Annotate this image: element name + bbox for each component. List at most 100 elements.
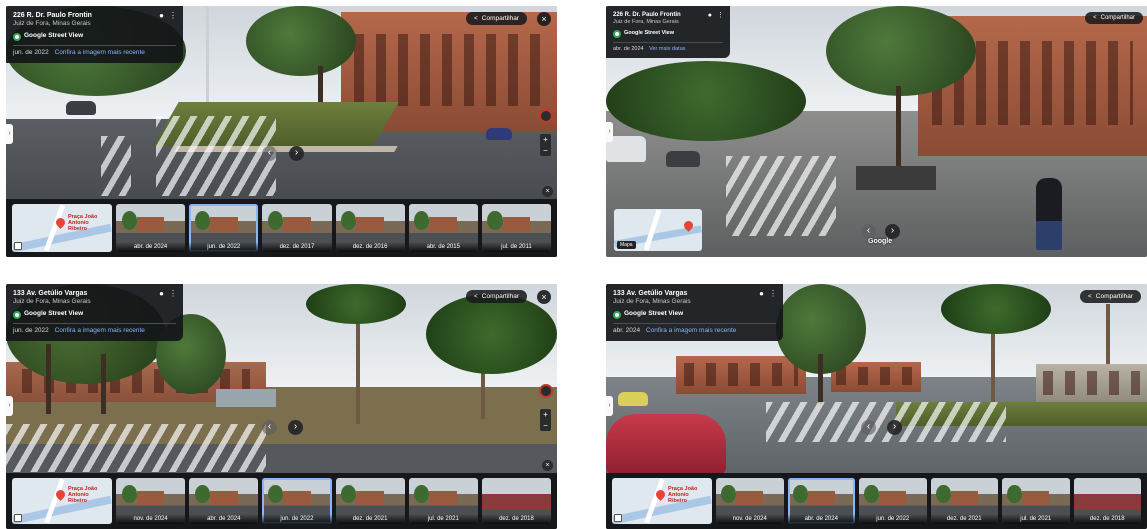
timeline-filmstrip[interactable]: Praça João Antonio Ribeiro abr. de 2024 … [6, 199, 557, 257]
crosswalk [6, 424, 266, 472]
street-view-logo-icon [13, 310, 21, 319]
date-thumbnail[interactable]: dez. de 2021 [930, 478, 998, 524]
pin-icon[interactable]: ● [708, 11, 712, 20]
share-label: Compartilhar [1100, 15, 1135, 21]
compass-icon[interactable] [539, 384, 553, 398]
zoom-controls[interactable]: + − [540, 409, 551, 431]
city: Juiz de Fora, Minas Gerais [613, 19, 679, 26]
pin-icon[interactable]: ● [159, 11, 164, 22]
date-thumbnail[interactable]: jul. de 2011 [481, 204, 552, 252]
share-button[interactable]: < Compartilhar [465, 12, 527, 25]
minimap[interactable]: Praça João Antonio Ribeiro [12, 478, 112, 524]
share-icon: < [473, 293, 478, 300]
date-thumbnail-selected[interactable]: abr. de 2024 [787, 478, 855, 524]
timeline-filmstrip[interactable]: Praça João Antonio Ribeiro nov. de 2024 … [606, 473, 1147, 529]
latest-imagery-link[interactable]: Confira a imagem mais recente [55, 327, 145, 334]
location-card[interactable]: ● ⋮ 133 Av. Getúlio Vargas Juiz de Fora,… [6, 284, 183, 341]
street-view-logo-icon [613, 310, 621, 319]
share-icon: < [473, 15, 478, 22]
city: Juiz de Fora, Minas Gerais [13, 20, 91, 28]
street-view-logo-icon [13, 32, 21, 41]
map-place-label: Praça João Antonio Ribeiro [68, 486, 98, 505]
crosswalk [766, 402, 1006, 442]
collapse-side-panel-button[interactable]: › [606, 122, 613, 142]
street-view-panel-1[interactable]: ● ⋮ 226 R. Dr. Paulo Frontin Juiz de For… [6, 6, 557, 257]
previous-arrow[interactable]: ‹ [861, 420, 876, 435]
location-card[interactable]: ● ⋮ 133 Av. Getúlio Vargas Juiz de Fora,… [606, 284, 783, 341]
date-thumbnail[interactable]: abr. de 2015 [408, 204, 478, 252]
pin-icon[interactable]: ● [159, 289, 164, 300]
next-arrow[interactable]: › [885, 224, 900, 239]
timeline-filmstrip[interactable]: Praça João Antonio Ribeiro nov. de 2024 … [6, 473, 557, 529]
latest-imagery-link[interactable]: Confira a imagem mais recente [55, 49, 145, 56]
location-card[interactable]: ● ⋮ 226 R. Dr. Paulo Frontin Juiz de For… [606, 6, 730, 58]
expand-map-icon[interactable] [614, 514, 622, 522]
date-thumbnail[interactable]: jul. de 2021 [1002, 478, 1070, 524]
zoom-controls[interactable]: + − [540, 134, 551, 156]
date-thumbnail[interactable]: nov. de 2024 [116, 478, 186, 524]
more-icon[interactable]: ⋮ [717, 11, 724, 20]
city: Juiz de Fora, Minas Gerais [13, 298, 91, 306]
previous-arrow[interactable]: ‹ [861, 224, 876, 239]
minimap[interactable]: Praça João Antonio Ribeiro [12, 204, 112, 252]
date-thumbnail[interactable]: abr. de 2024 [189, 478, 259, 524]
compass-icon[interactable] [539, 109, 553, 123]
source-label: Google Street View [24, 310, 84, 318]
source-label: Google Street View [24, 32, 84, 40]
collapse-side-panel-button[interactable]: › [606, 396, 613, 416]
street-view-panel-2[interactable]: Google ● ⋮ 226 R. Dr. Paulo Frontin Juiz… [606, 6, 1147, 257]
address: 133 Av. Getúlio Vargas [13, 290, 88, 297]
close-filmstrip-icon[interactable]: × [542, 186, 553, 197]
close-filmstrip-icon[interactable]: × [542, 460, 553, 471]
street-view-panel-4[interactable]: ● ⋮ 133 Av. Getúlio Vargas Juiz de Fora,… [606, 284, 1147, 529]
pin-icon[interactable]: ● [759, 289, 764, 300]
date-thumbnail[interactable]: dez. de 2021 [335, 478, 405, 524]
date-thumbnail-selected[interactable]: jun. de 2022 [262, 478, 332, 524]
date-thumbnail[interactable]: jul. de 2021 [408, 478, 478, 524]
more-icon[interactable]: ⋮ [169, 289, 177, 300]
next-arrow[interactable]: › [887, 420, 902, 435]
share-button[interactable]: < Compartilhar [465, 290, 527, 303]
previous-arrow[interactable]: ‹ [262, 420, 277, 435]
map-toggle-button[interactable]: Mapa [617, 241, 636, 249]
more-icon[interactable]: ⋮ [769, 289, 777, 300]
latest-imagery-link[interactable]: Confira a imagem mais recente [646, 327, 736, 334]
expand-map-icon[interactable] [14, 514, 22, 522]
next-arrow[interactable]: › [288, 420, 303, 435]
more-dates-link[interactable]: Ver mais datas [649, 46, 685, 52]
next-arrow[interactable]: › [289, 146, 304, 161]
crosswalk [101, 136, 131, 196]
minimap[interactable]: Mapa [614, 209, 702, 251]
expand-map-icon[interactable] [14, 242, 22, 250]
collapse-side-panel-button[interactable]: › [6, 396, 13, 416]
date-thumbnail[interactable]: dez. de 2018 [1073, 478, 1141, 524]
more-icon[interactable]: ⋮ [169, 11, 177, 22]
street-view-logo-icon [613, 29, 621, 38]
location-card[interactable]: ● ⋮ 226 R. Dr. Paulo Frontin Juiz de For… [6, 6, 183, 63]
address: 226 R. Dr. Paulo Frontin [13, 12, 92, 19]
minimap[interactable]: Praça João Antonio Ribeiro [612, 478, 712, 524]
date-thumbnail[interactable]: jun. de 2022 [859, 478, 927, 524]
share-button[interactable]: < Compartilhar [1085, 12, 1143, 24]
google-watermark: Google [868, 238, 893, 245]
date-thumbnail[interactable]: dez. de 2016 [335, 204, 405, 252]
date-thumbnail[interactable]: dez. de 2018 [481, 478, 552, 524]
close-button[interactable]: × [537, 12, 551, 26]
share-label: Compartilhar [1095, 293, 1133, 300]
share-label: Compartilhar [481, 15, 519, 22]
collapse-side-panel-button[interactable]: › [6, 124, 13, 144]
map-place-label: Praça João Antonio Ribeiro [68, 214, 98, 233]
close-button[interactable]: × [537, 290, 551, 304]
street-view-panel-3[interactable]: ● ⋮ 133 Av. Getúlio Vargas Juiz de Fora,… [6, 284, 557, 529]
previous-arrow[interactable]: ‹ [262, 146, 277, 161]
date-thumbnail-selected[interactable]: jun. de 2022 [189, 204, 259, 252]
date-thumbnail[interactable]: dez. de 2017 [262, 204, 332, 252]
date-thumbnail[interactable]: nov. de 2024 [716, 478, 784, 524]
date-thumbnail[interactable]: abr. de 2024 [116, 204, 186, 252]
share-button[interactable]: < Compartilhar [1079, 290, 1141, 303]
city: Juiz de Fora, Minas Gerais [613, 298, 691, 306]
pedestrian [1036, 178, 1062, 250]
map-place-label: Praça João Antonio Ribeiro [668, 486, 698, 505]
capture-date: abr. de 2024 [613, 45, 644, 52]
capture-date: jun. de 2022 [13, 48, 49, 56]
